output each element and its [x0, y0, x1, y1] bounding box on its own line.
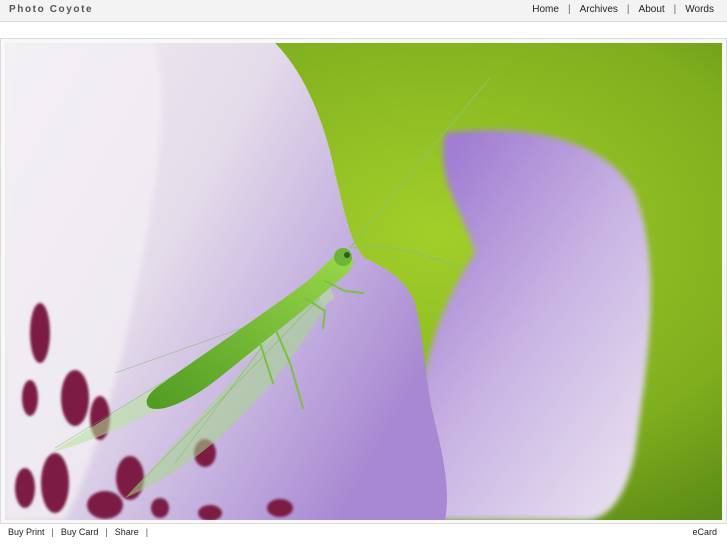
site-title[interactable]: Photo Coyote — [9, 4, 93, 15]
photo-image — [5, 43, 722, 520]
buy-print-link[interactable]: Buy Print — [8, 527, 45, 537]
nav-separator: | — [567, 4, 571, 15]
top-bar: Photo Coyote Home | Archives | About | W… — [0, 0, 727, 22]
nav-archives-link[interactable]: Archives — [580, 4, 618, 15]
bottom-bar: Buy Print | Buy Card | Share | eCard — [0, 524, 727, 545]
nav-separator: | — [626, 4, 630, 15]
action-separator: | — [51, 527, 54, 537]
main-nav: Home | Archives | About | Words — [532, 4, 714, 15]
main-photo[interactable] — [5, 43, 722, 520]
nav-separator: | — [673, 4, 677, 15]
share-link[interactable]: Share — [115, 527, 139, 537]
action-separator: | — [105, 527, 108, 537]
nav-home-link[interactable]: Home — [532, 4, 559, 15]
photo-actions: Buy Print | Buy Card | Share | — [8, 527, 155, 537]
ecard-link[interactable]: eCard — [692, 527, 717, 537]
nav-about-link[interactable]: About — [639, 4, 665, 15]
action-separator: | — [145, 527, 149, 537]
buy-card-link[interactable]: Buy Card — [61, 527, 99, 537]
nav-words-link[interactable]: Words — [685, 4, 714, 15]
